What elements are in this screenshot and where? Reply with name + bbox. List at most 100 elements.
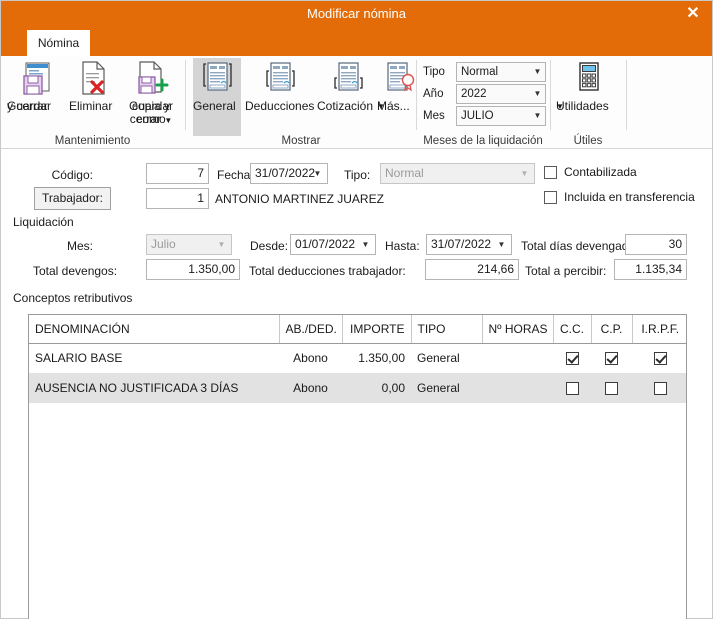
- chevron-down-icon[interactable]: ▼: [309, 165, 326, 182]
- total-dias-devengados-input[interactable]: 30: [625, 234, 687, 255]
- ribbon-button-general[interactable]: General: [193, 58, 241, 136]
- cell-horas: [482, 373, 553, 403]
- column-header-tipo[interactable]: TIPO: [411, 315, 483, 344]
- ribbon-field-tipo: Tipo Normal ▼: [423, 62, 547, 82]
- cell-abded: Abono: [279, 373, 342, 403]
- total-percibir-input[interactable]: 1.135,34: [614, 259, 687, 280]
- chevron-down-icon[interactable]: ▼: [516, 165, 533, 182]
- ribbon-button-mas[interactable]: Más... ▼: [377, 58, 421, 113]
- cell-cp[interactable]: [591, 373, 632, 403]
- tipo-combo[interactable]: Normal ▼: [380, 163, 535, 184]
- tab-nomina[interactable]: Nómina: [27, 30, 90, 56]
- delete-document-icon: [69, 60, 117, 98]
- hasta-value: 31/07/2022: [431, 237, 492, 251]
- save-icon: [7, 60, 67, 98]
- label-codigo: Código:: [51, 168, 93, 182]
- checkbox-cp[interactable]: [605, 382, 618, 396]
- ribbon-field-mes: Mes JULIO ▼: [423, 106, 547, 126]
- checkbox-irpf[interactable]: [653, 352, 667, 366]
- column-header-irpf[interactable]: I.R.P.F.: [632, 315, 686, 344]
- form-body: Código: 7 Fecha: 31/07/2022 ▼ Tipo: Norm…: [1, 149, 712, 619]
- column-header-abded[interactable]: AB./DED.: [279, 315, 343, 344]
- ribbon-separator: [185, 60, 186, 130]
- table-row[interactable]: SALARIO BASE Abono 1.350,00 General: [29, 343, 686, 373]
- ribbon-button-deducciones[interactable]: Deducciones: [245, 58, 315, 113]
- checkbox-cc[interactable]: [565, 382, 579, 396]
- document-seal-icon: [377, 60, 421, 98]
- ribbon-button-label: Eliminar: [69, 99, 113, 113]
- cell-cc[interactable]: [553, 343, 591, 373]
- ribbon-button-guardar-y-cerrar[interactable]: Guardar y cerrar: [7, 58, 67, 113]
- cell-cp[interactable]: [591, 343, 632, 373]
- chevron-down-icon[interactable]: ▼: [530, 107, 545, 125]
- chevron-down-icon[interactable]: ▼: [530, 63, 545, 81]
- close-icon[interactable]: ✕: [680, 3, 706, 25]
- ribbon-combo-ano[interactable]: 2022 ▼: [456, 84, 546, 104]
- chevron-down-icon[interactable]: ▼: [164, 116, 172, 125]
- total-deducciones-input[interactable]: 214,66: [425, 259, 519, 280]
- cell-denominacion: AUSENCIA NO JUSTIFICADA 3 DÍAS: [29, 373, 279, 403]
- document-contribution-icon: [317, 60, 379, 98]
- mes-combo[interactable]: Julio ▼: [146, 234, 232, 255]
- calculator-icon: [556, 60, 620, 98]
- ribbon-combo-ano-value: 2022: [461, 88, 487, 100]
- cell-horas: [482, 343, 553, 373]
- chevron-down-icon[interactable]: ▼: [493, 236, 510, 253]
- desde-input[interactable]: 01/07/2022 ▼: [290, 234, 376, 255]
- column-header-horas[interactable]: Nº HORAS: [482, 315, 554, 344]
- trabajador-button[interactable]: Trabajador:: [34, 187, 111, 210]
- ribbon-group-label: Mantenimiento: [54, 135, 131, 147]
- conceptos-retributivos-table[interactable]: DENOMINACIÓN AB./DED. IMPORTE TIPO Nº HO…: [28, 314, 687, 619]
- label-fecha: Fecha:: [217, 168, 254, 182]
- label-desde: Desde:: [250, 239, 289, 253]
- checkbox-label-transferencia: Incluida en transferencia: [564, 190, 695, 204]
- table-row[interactable]: AUSENCIA NO JUSTIFICADA 3 DÍAS Abono 0,0…: [29, 373, 686, 403]
- ribbon-button-eliminar[interactable]: Eliminar: [69, 58, 117, 113]
- trabajador-code-input[interactable]: 1: [146, 188, 209, 209]
- checkbox-box: [544, 166, 557, 179]
- ribbon-group-label: Útiles: [573, 135, 603, 147]
- checkbox-cp[interactable]: [605, 352, 618, 366]
- ribbon-button-guardar-como-copia[interactable]: Guardar como copia y cerrar ▼: [119, 58, 183, 126]
- column-header-cc[interactable]: C.C.: [553, 315, 592, 344]
- label-hasta: Hasta:: [385, 239, 420, 253]
- checkbox-irpf[interactable]: [653, 382, 667, 396]
- section-label-liquidacion: Liquidación: [13, 215, 74, 229]
- ribbon-field-ano: Año 2022 ▼: [423, 84, 547, 104]
- chevron-down-icon[interactable]: ▼: [556, 100, 564, 113]
- fecha-input[interactable]: 31/07/2022 ▼: [250, 163, 328, 184]
- ribbon-separator: [416, 60, 417, 130]
- total-devengos-input[interactable]: 1.350,00: [146, 259, 240, 280]
- checkbox-label-contabilizada: Contabilizada: [564, 165, 637, 179]
- codigo-input[interactable]: 7: [146, 163, 209, 184]
- cell-irpf[interactable]: [632, 343, 686, 373]
- label-tipo: Tipo:: [344, 168, 371, 182]
- cell-irpf[interactable]: [632, 373, 686, 403]
- chevron-down-icon[interactable]: ▼: [357, 236, 374, 253]
- chevron-down-icon[interactable]: ▼: [530, 85, 545, 103]
- cell-cc[interactable]: [553, 373, 591, 403]
- ribbon-button-label: Cotización: [317, 99, 374, 113]
- column-header-cp[interactable]: C.P.: [591, 315, 633, 344]
- ribbon-button-utilidades[interactable]: Utilidades ▼: [556, 58, 620, 113]
- label-total-percibir: Total a percibir:: [525, 264, 607, 278]
- column-header-importe[interactable]: IMPORTE: [342, 315, 412, 344]
- ribbon-button-cotizacion[interactable]: Cotización: [317, 58, 379, 113]
- title-bar: Modificar nómina ✕: [1, 1, 712, 27]
- cell-importe: 1.350,00: [358, 351, 405, 366]
- ribbon-combo-tipo-value: Normal: [461, 66, 499, 78]
- chevron-down-icon[interactable]: ▼: [377, 100, 385, 113]
- desde-value: 01/07/2022: [295, 237, 356, 251]
- ribbon-combo-tipo[interactable]: Normal ▼: [456, 62, 546, 82]
- ribbon-button-label: General: [193, 99, 236, 113]
- ribbon-group-meses-liquidacion: Tipo Normal ▼ Año 2022 ▼ Mes JULIO ▼ Mes…: [419, 56, 547, 149]
- tab-strip: Nómina: [1, 27, 712, 56]
- ribbon-separator: [626, 60, 627, 130]
- hasta-input[interactable]: 31/07/2022 ▼: [426, 234, 512, 255]
- chevron-down-icon[interactable]: ▼: [213, 236, 230, 253]
- ribbon-combo-mes[interactable]: JULIO ▼: [456, 106, 546, 126]
- fecha-value: 31/07/2022: [255, 166, 316, 180]
- checkbox-cc[interactable]: [565, 352, 579, 366]
- ribbon-button-label2: copia y cerrar ▼: [119, 100, 183, 127]
- column-header-denominacion[interactable]: DENOMINACIÓN: [29, 315, 280, 344]
